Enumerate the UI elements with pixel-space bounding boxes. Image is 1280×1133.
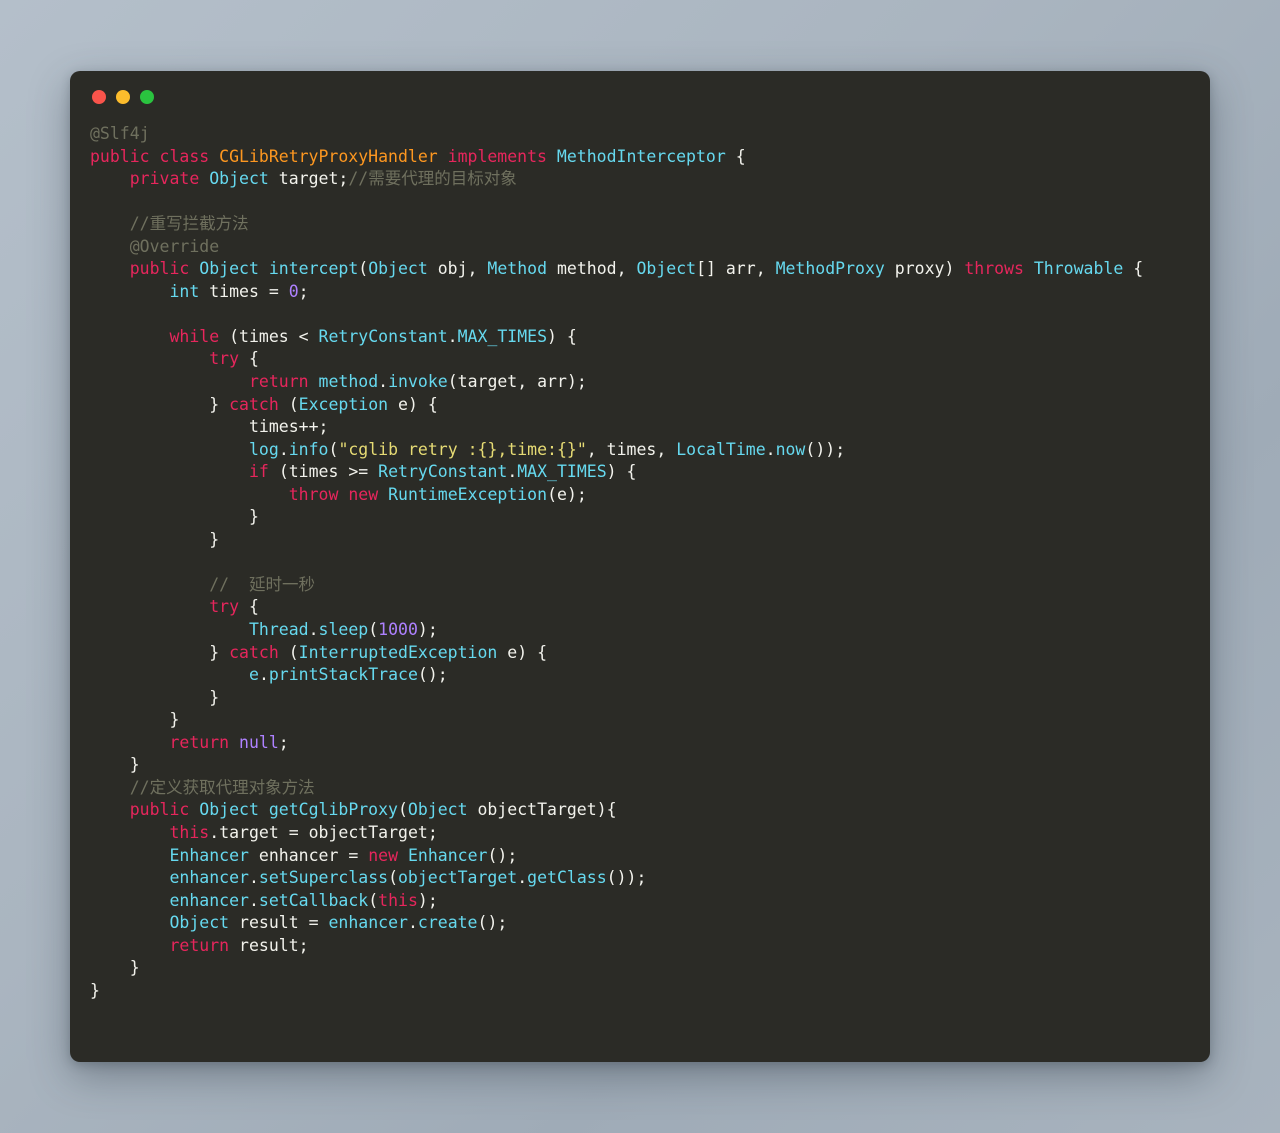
code-line: if (times >= RetryConstant.MAX_TIMES) {: [249, 462, 637, 482]
code-line: public Object getCglibProxy(Object objec…: [129, 800, 617, 820]
code-line: e.printStackTrace();: [249, 665, 448, 685]
code-line: } catch (Exception e) {: [209, 394, 438, 414]
code-line: enhancer.setCallback(this);: [169, 890, 438, 910]
close-icon[interactable]: [92, 90, 106, 104]
code-line: int times = 0;: [169, 281, 309, 301]
code-line: times++;: [249, 417, 329, 437]
code-line: @Slf4j: [90, 124, 150, 143]
code-line: while (times < RetryConstant.MAX_TIMES) …: [169, 326, 577, 346]
code-line: try {: [209, 349, 259, 369]
code-line: public class CGLibRetryProxyHandler impl…: [90, 146, 746, 166]
code-line: private Object target;//需要代理的目标对象: [129, 169, 517, 189]
code-line: }: [209, 687, 220, 707]
code-editor-window: @Slf4j public class CGLibRetryProxyHandle…: [70, 71, 1210, 1062]
code-line: // 延时一秒: [90, 574, 315, 594]
code-line: Enhancer enhancer = new Enhancer();: [169, 845, 518, 865]
code-block[interactable]: @Slf4j public class CGLibRetryProxyHandle…: [70, 123, 1210, 1002]
code-line: Thread.sleep(1000);: [249, 620, 438, 640]
code-line: Object result = enhancer.create();: [169, 913, 508, 933]
code-line: }: [90, 980, 100, 1000]
minimize-icon[interactable]: [116, 90, 130, 104]
code-line: return result;: [169, 935, 309, 955]
code-line: }: [169, 710, 180, 730]
code-line: try {: [209, 597, 259, 617]
code-line: throw new RuntimeException(e);: [288, 484, 587, 504]
window-titlebar: [70, 71, 1210, 123]
code-line: enhancer.setSuperclass(objectTarget.getC…: [169, 868, 647, 888]
code-line: log.info("cglib retry :{},time:{}", time…: [249, 439, 846, 459]
code-line: this.target = objectTarget;: [169, 822, 438, 842]
code-line: //定义获取代理对象方法: [90, 777, 315, 797]
code-line: } catch (InterruptedException e) {: [209, 642, 548, 662]
code-line: }: [129, 958, 140, 978]
code-line: return method.invoke(target, arr);: [249, 372, 587, 392]
code-line: }: [129, 755, 140, 775]
code-line: return null;: [169, 732, 289, 752]
code-line: public Object intercept(Object obj, Meth…: [129, 259, 1144, 279]
code-line: }: [209, 529, 220, 549]
maximize-icon[interactable]: [140, 90, 154, 104]
code-line: //重写拦截方法: [90, 214, 249, 234]
code-line: }: [249, 507, 259, 527]
code-line: @Override: [90, 236, 220, 256]
